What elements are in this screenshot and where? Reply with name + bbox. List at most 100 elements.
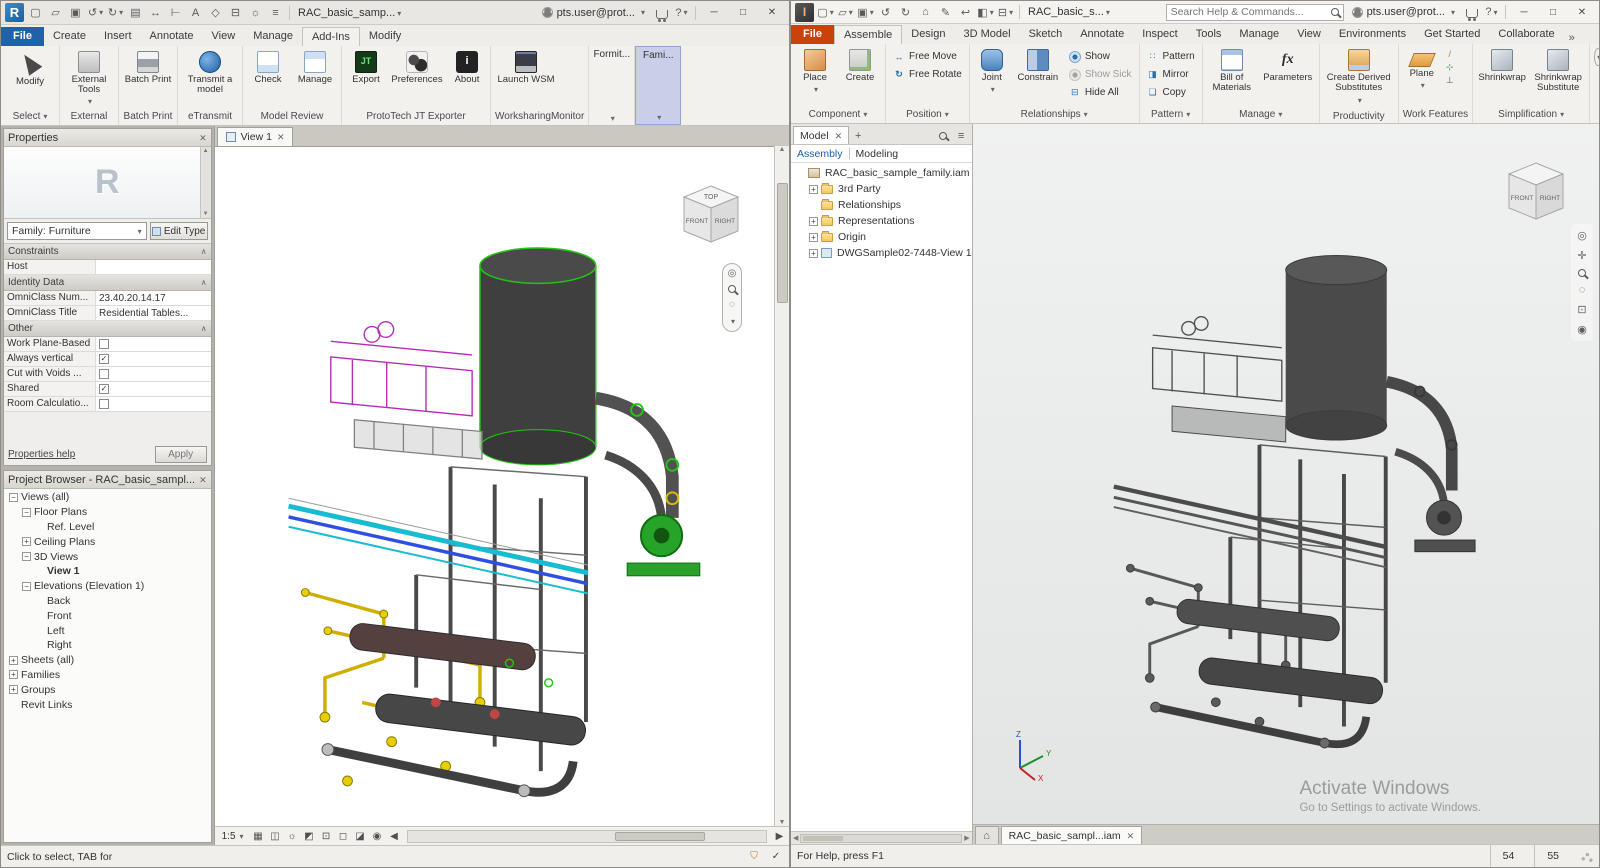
ribbon-tab[interactable]: Manage	[244, 27, 302, 46]
free-move-button[interactable]: ↔ Free Move	[889, 48, 966, 65]
panel-label-relationships[interactable]: Relationships	[970, 106, 1139, 123]
tree-item[interactable]: Front	[4, 608, 211, 623]
tree-item[interactable]: + Families	[4, 668, 211, 683]
help-icon[interactable]: ?	[1483, 4, 1500, 21]
transmit-model-button[interactable]: Transmit a model	[181, 49, 239, 98]
inventor-3d-canvas[interactable]: FRONT RIGHT ◎ ✛ ◌ ⊡ ◉	[973, 124, 1599, 824]
tree-expander[interactable]: +	[809, 185, 818, 194]
apply-button[interactable]: Apply	[155, 446, 207, 463]
zoom-icon[interactable]	[728, 285, 736, 293]
open-icon[interactable]: ▱	[47, 4, 64, 21]
horizontal-scrollbar[interactable]	[407, 830, 767, 843]
orbit-icon[interactable]: ◌	[729, 299, 735, 310]
look-at-icon[interactable]: ⊡	[1577, 303, 1586, 316]
sun-path-toggle-icon[interactable]: ☼	[285, 829, 300, 843]
property-row[interactable]: Always vertical ✓	[4, 352, 211, 367]
close-button[interactable]	[759, 4, 785, 22]
document-tab[interactable]: RAC_basic_sampl...iam	[1001, 826, 1143, 844]
joint-button[interactable]: Joint	[973, 47, 1011, 98]
view-tab[interactable]: View 1	[217, 127, 294, 146]
crop-view-icon[interactable]: ⊡	[319, 829, 334, 843]
launch-wsm-button[interactable]: Launch WSM	[494, 49, 558, 87]
tree-item[interactable]: − 3D Views	[4, 549, 211, 564]
assembly-view-link[interactable]: Assembly	[797, 148, 843, 160]
tree-item[interactable]: − Elevations (Elevation 1)	[4, 579, 211, 594]
tree-item[interactable]: + Origin	[791, 229, 972, 245]
document-title[interactable]: RAC_basic_s...	[1025, 6, 1113, 18]
ribbon-options-icon[interactable]	[1594, 48, 1599, 66]
ucs-icon[interactable]: ⊥	[1444, 74, 1456, 86]
tree-item[interactable]: Right	[4, 638, 211, 653]
scrollbar-track[interactable]	[800, 834, 962, 843]
measure-icon[interactable]: ↔	[147, 4, 164, 21]
return-icon[interactable]: ↩	[957, 4, 974, 21]
tree-item[interactable]: RAC_basic_sample_family.iam	[791, 165, 972, 181]
account-menu[interactable]: pts.user@prot...	[537, 7, 650, 19]
tree-item[interactable]: − Floor Plans	[4, 505, 211, 520]
hide-all-button[interactable]: ⊟ Hide All	[1065, 84, 1136, 101]
checkbox[interactable]	[99, 339, 109, 349]
shrinkwrap-button[interactable]: Shrinkwrap	[1476, 47, 1528, 85]
panel-label-simplification[interactable]: Simplification	[1473, 106, 1589, 123]
tree-item[interactable]: View 1	[4, 564, 211, 579]
undo-icon[interactable]: ↺	[877, 4, 894, 21]
view-face-icon[interactable]: ◉	[1577, 323, 1587, 336]
maximize-button[interactable]	[1540, 3, 1566, 21]
browser-search-icon[interactable]	[935, 127, 952, 144]
ribbon-tab[interactable]: Inspect	[1133, 25, 1186, 44]
save-icon[interactable]: ▣	[857, 4, 874, 21]
ribbon-tab[interactable]: File	[1, 27, 44, 46]
create-derived-substitutes-button[interactable]: Create Derived Substitutes	[1323, 47, 1395, 108]
panel-label-component[interactable]: Component	[791, 106, 885, 123]
home-icon[interactable]: ⌂	[917, 4, 934, 21]
manage-button[interactable]: Manage	[292, 49, 338, 87]
panel-label-position[interactable]: Position	[886, 106, 969, 123]
tree-expander[interactable]: −	[9, 493, 18, 502]
design-options-icon[interactable]: ✓	[769, 850, 783, 864]
panel-formit[interactable]: Formit...	[589, 46, 635, 125]
document-title[interactable]: RAC_basic_samp...	[295, 7, 404, 19]
tree-item[interactable]: Ref. Level	[4, 520, 211, 535]
tree-expander[interactable]: −	[22, 582, 31, 591]
aligned-dimension-icon[interactable]: ⊢	[167, 4, 184, 21]
text-icon[interactable]: A	[187, 4, 204, 21]
ribbon-tab[interactable]: Design	[902, 25, 954, 44]
edit-type-button[interactable]: Edit Type	[150, 222, 208, 240]
visual-style-icon[interactable]: ◫	[268, 829, 283, 843]
scroll-left-icon[interactable]: ◀	[387, 829, 402, 843]
ribbon-tab[interactable]: Tools	[1187, 25, 1231, 44]
close-view-icon[interactable]	[277, 131, 285, 143]
cart-icon[interactable]	[653, 4, 670, 21]
minimize-button[interactable]	[701, 4, 727, 22]
minimize-button[interactable]	[1511, 3, 1537, 21]
ribbon-tab[interactable]: Manage	[1230, 25, 1288, 44]
material-icon[interactable]: ◧	[977, 4, 994, 21]
scale-control[interactable]: 1:5	[217, 830, 249, 843]
tree-expander[interactable]: +	[809, 249, 818, 258]
point-icon[interactable]: ⊹	[1444, 61, 1456, 73]
external-tools-button[interactable]: External Tools	[63, 49, 115, 108]
checkbox[interactable]	[99, 399, 109, 409]
save-icon[interactable]: ▣	[67, 4, 84, 21]
property-row[interactable]: Room Calculatio...	[4, 397, 211, 412]
tree-item[interactable]: Relationships	[791, 197, 972, 213]
section-other[interactable]: Other	[4, 321, 211, 337]
view-cube[interactable]: TOP FRONT RIGHT	[676, 181, 746, 251]
ribbon-tab[interactable]: Collaborate	[1489, 25, 1563, 44]
family-panel-caret[interactable]	[655, 110, 661, 124]
tree-item[interactable]: + 3rd Party	[791, 181, 972, 197]
steering-wheel-icon[interactable]: ◎	[728, 268, 737, 279]
tree-item[interactable]: + Ceiling Plans	[4, 534, 211, 549]
undo-icon[interactable]: ↺	[87, 4, 104, 21]
project-browser-header[interactable]: Project Browser - RAC_basic_sampl...	[4, 471, 211, 489]
panel-label-manage[interactable]: Manage	[1203, 106, 1319, 123]
detail-level-icon[interactable]: ▦	[251, 829, 266, 843]
temporary-hide-icon[interactable]: ◪	[353, 829, 368, 843]
properties-header[interactable]: Properties	[4, 129, 211, 147]
ribbon-tab[interactable]: View	[203, 27, 245, 46]
create-button[interactable]: Create	[838, 47, 882, 85]
account-menu[interactable]: pts.user@prot...	[1347, 6, 1460, 18]
help-icon[interactable]: ?	[673, 4, 690, 21]
tree-item[interactable]: + Sheets (all)	[4, 653, 211, 668]
tree-expander[interactable]: +	[9, 656, 18, 665]
